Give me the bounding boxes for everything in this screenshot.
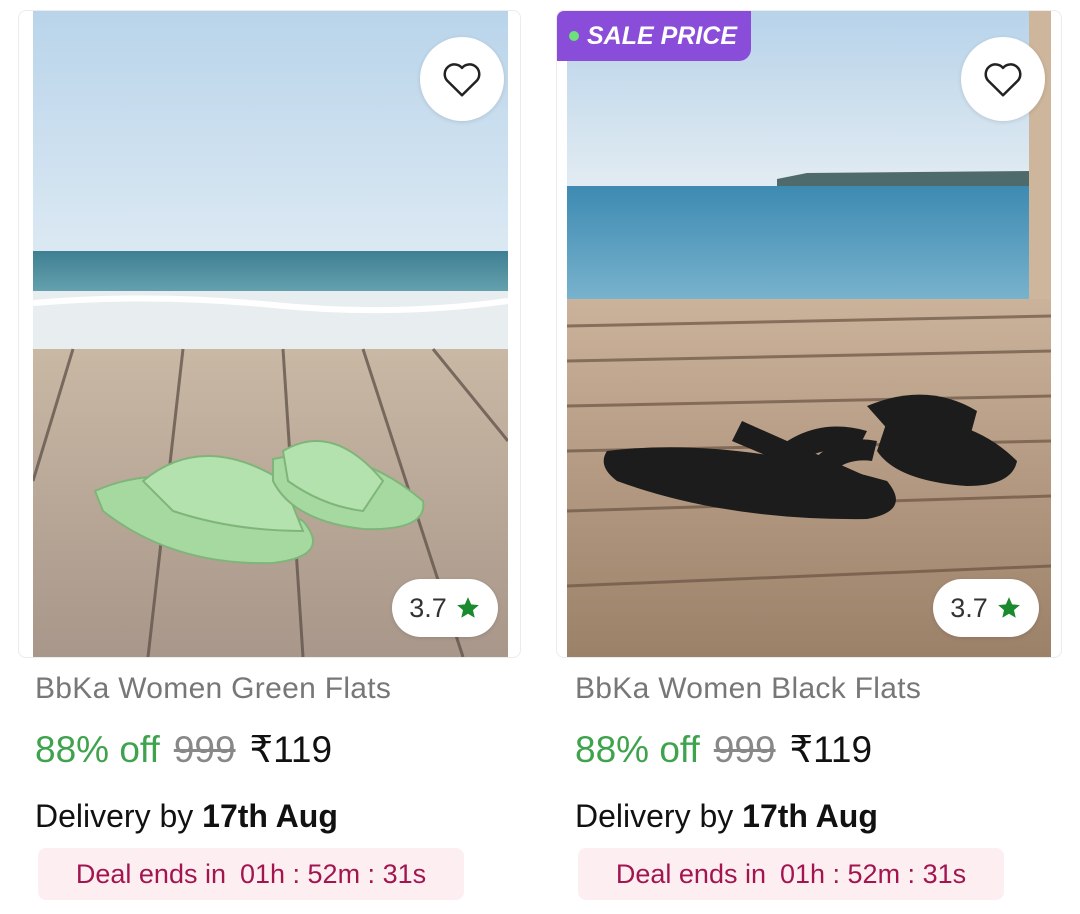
deal-timer-banner: Deal ends in 01h : 52m : 31s xyxy=(38,848,464,900)
rating-value: 3.7 xyxy=(950,592,988,623)
price-row: 88% off 999 ₹119 xyxy=(575,728,872,771)
star-icon xyxy=(997,597,1020,618)
delivery-date: 17th Aug xyxy=(202,798,338,834)
original-price: 999 xyxy=(173,729,236,770)
deal-label: Deal ends in xyxy=(75,858,226,889)
delivery-date: 17th Aug xyxy=(742,798,878,834)
wishlist-button[interactable] xyxy=(420,37,504,121)
rating-badge: 3.7 xyxy=(392,579,498,637)
rating-value: 3.7 xyxy=(409,592,447,623)
product-grid: 3.7 BbKa Women Green Flats 88% off 999 ₹… xyxy=(0,0,1080,914)
product-card[interactable]: SALE PRICE 3.7 BbKa Women Black Flats 88… xyxy=(540,0,1080,914)
delivery-info: Delivery by 17th Aug xyxy=(35,798,338,835)
deal-countdown: 01h : 52m : 31s xyxy=(239,858,427,889)
product-image-frame[interactable]: SALE PRICE 3.7 xyxy=(556,10,1062,658)
wishlist-button[interactable] xyxy=(961,37,1045,121)
heart-outline-icon xyxy=(443,63,481,97)
discount-percent: 88% off xyxy=(575,729,700,770)
dot-icon xyxy=(569,31,579,41)
heart-outline-icon xyxy=(984,63,1022,97)
product-title[interactable]: BbKa Women Black Flats xyxy=(575,672,921,706)
product-card[interactable]: 3.7 BbKa Women Green Flats 88% off 999 ₹… xyxy=(0,0,540,914)
rating-badge: 3.7 xyxy=(933,579,1039,637)
delivery-prefix: Delivery by xyxy=(575,798,734,834)
product-image-frame[interactable]: 3.7 xyxy=(18,10,521,658)
deal-countdown: 01h : 52m : 31s xyxy=(779,858,967,889)
sale-badge-label: SALE PRICE xyxy=(587,21,738,50)
original-price: 999 xyxy=(713,729,776,770)
deal-timer-banner: Deal ends in 01h : 52m : 31s xyxy=(578,848,1004,900)
star-icon xyxy=(456,597,479,618)
deal-label: Deal ends in xyxy=(615,858,766,889)
delivery-info: Delivery by 17th Aug xyxy=(575,798,878,835)
delivery-prefix: Delivery by xyxy=(35,798,194,834)
product-title[interactable]: BbKa Women Green Flats xyxy=(35,672,391,706)
sale-price-badge: SALE PRICE xyxy=(557,11,752,61)
discount-percent: 88% off xyxy=(35,729,160,770)
sale-price: ₹119 xyxy=(249,729,333,770)
sale-price: ₹119 xyxy=(789,729,873,770)
price-row: 88% off 999 ₹119 xyxy=(35,728,332,771)
